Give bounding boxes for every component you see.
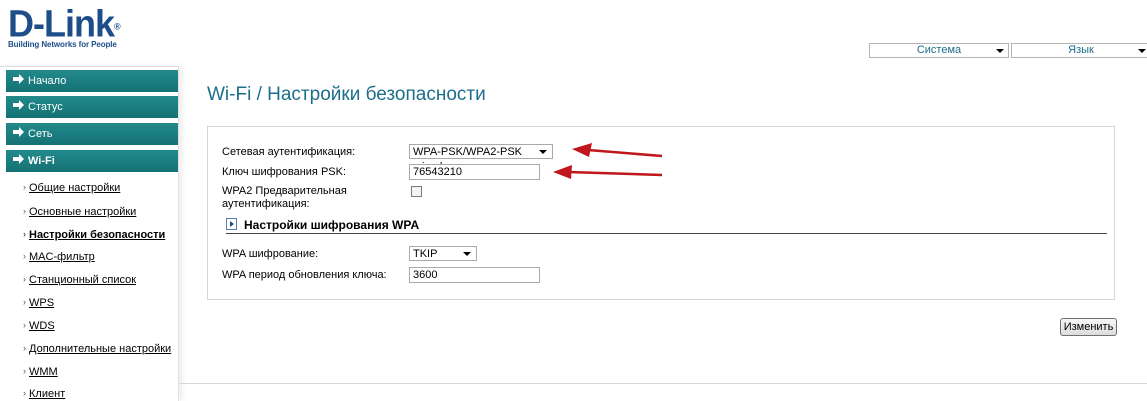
apply-button[interactable]: Изменить xyxy=(1060,318,1117,336)
annotation-arrow-auth xyxy=(572,143,663,158)
annotation-arrows xyxy=(553,143,663,179)
annotation-arrow-psk xyxy=(553,165,663,179)
bottom-divider xyxy=(179,383,1147,384)
